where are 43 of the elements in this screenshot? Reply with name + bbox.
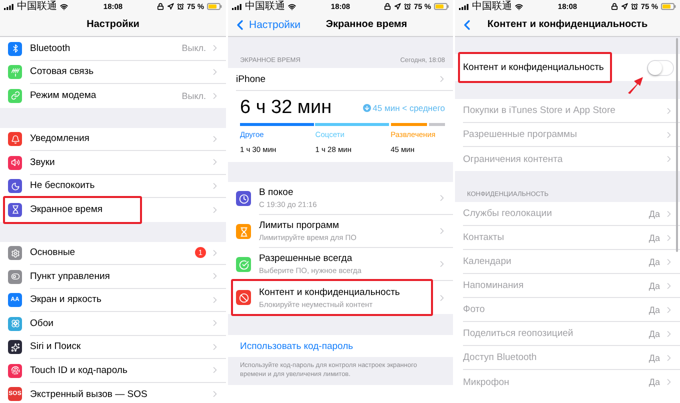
wifi-icon (515, 2, 523, 10)
alarm-icon (404, 3, 411, 10)
toggle-switch[interactable] (647, 60, 674, 76)
row-value: Выкл. (182, 43, 206, 54)
lock-icon (610, 3, 618, 10)
row-value: Да (648, 304, 660, 314)
row-title: Контент и конфиденциальность (259, 286, 401, 298)
carrier-name: 中国联通 (245, 2, 285, 12)
row-title: Лимиты программ (259, 220, 340, 231)
row-value: Да (648, 352, 660, 362)
nav-title: Контент и конфиденциальность (487, 19, 648, 30)
row-value: Да (648, 280, 660, 290)
lock-icon (156, 3, 164, 10)
signal-icon (459, 4, 469, 10)
carrier-name: 中国联通 (472, 2, 512, 12)
signal-icon (4, 4, 14, 10)
row-value: Да (648, 208, 660, 218)
back-button[interactable]: Настройки (232, 13, 300, 36)
battery-icon (434, 3, 449, 10)
location-icon (620, 3, 628, 10)
wifi-icon (288, 2, 296, 10)
alarm-icon (630, 3, 638, 10)
row-value: Да (648, 377, 660, 387)
location-icon (166, 3, 174, 10)
row-value: Да (648, 232, 660, 242)
nav-title: Настройки (86, 19, 140, 30)
arrow-down-icon (362, 104, 371, 112)
total-time: 6 ч 32 мин (240, 97, 332, 119)
alarm-icon (176, 3, 184, 10)
battery-icon (207, 3, 222, 10)
average-comparison: 45 мин < среднего (362, 103, 445, 113)
nav-title: Экранное время (326, 19, 408, 30)
row-title: В покое (259, 187, 294, 198)
row-value: Да (648, 328, 660, 338)
wifi-icon (60, 2, 68, 10)
carrier-name: 中国联通 (17, 2, 57, 12)
lock-icon (384, 3, 391, 10)
battery-icon (661, 3, 676, 10)
row-value: Да (648, 256, 660, 266)
row-value: Выкл. (182, 90, 206, 101)
location-icon (394, 3, 401, 10)
row-title: Разрешенные всегда (259, 253, 354, 264)
signal-icon (232, 4, 242, 10)
